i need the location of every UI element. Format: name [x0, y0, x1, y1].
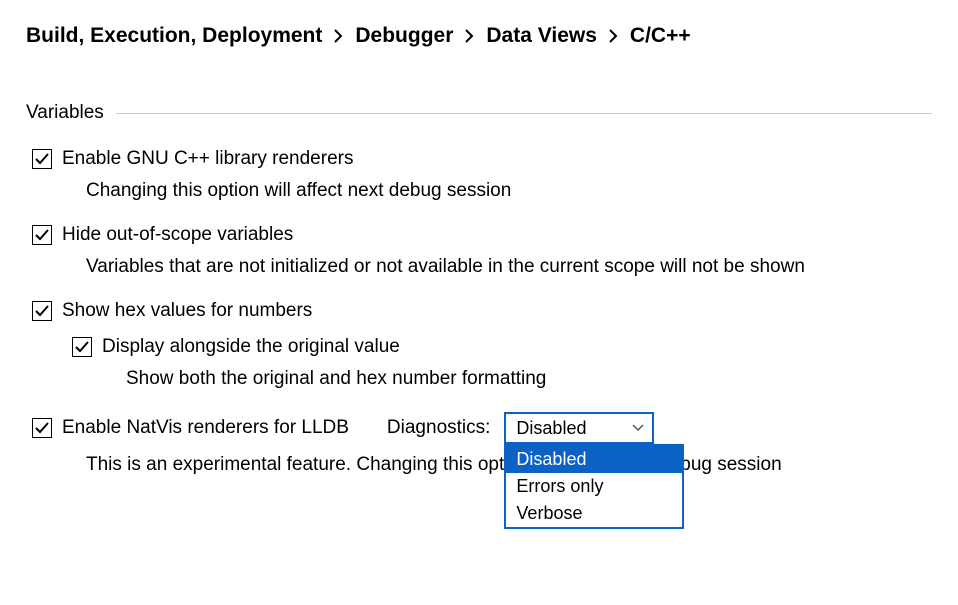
diagnostics-label: Diagnostics:	[387, 417, 491, 439]
variables-options: Enable GNU C++ library renderers Changin…	[26, 148, 932, 476]
checkbox-gnu-renderers[interactable]	[32, 149, 52, 169]
chevron-right-icon	[334, 29, 343, 43]
section-title: Variables	[26, 102, 116, 124]
dropdown-item-errors-only[interactable]: Errors only	[506, 473, 682, 500]
breadcrumb-item-data-views[interactable]: Data Views	[486, 24, 597, 48]
hint-gnu-renderers: Changing this option will affect next de…	[86, 180, 932, 202]
chevron-down-icon	[632, 424, 644, 432]
breadcrumb: Build, Execution, Deployment Debugger Da…	[26, 24, 932, 48]
option-display-alongside[interactable]: Display alongside the original value	[72, 336, 932, 358]
option-label: Hide out-of-scope variables	[62, 224, 293, 246]
section-header-variables: Variables	[26, 102, 932, 124]
option-hide-oos[interactable]: Hide out-of-scope variables	[32, 224, 932, 246]
divider	[116, 113, 932, 114]
chevron-right-icon	[609, 29, 618, 43]
option-gnu-renderers[interactable]: Enable GNU C++ library renderers	[32, 148, 932, 170]
breadcrumb-item-debugger[interactable]: Debugger	[355, 24, 453, 48]
option-label: Display alongside the original value	[102, 336, 400, 358]
breadcrumb-item-bed[interactable]: Build, Execution, Deployment	[26, 24, 322, 48]
option-label: Enable GNU C++ library renderers	[62, 148, 353, 170]
checkbox-hide-oos[interactable]	[32, 225, 52, 245]
hint-display-alongside: Show both the original and hex number fo…	[126, 368, 932, 390]
checkbox-show-hex[interactable]	[32, 301, 52, 321]
option-label: Show hex values for numbers	[62, 300, 312, 322]
dropdown-item-disabled[interactable]: Disabled	[506, 446, 682, 473]
diagnostics-value: Disabled	[516, 418, 586, 439]
diagnostics-dropdown: Disabled Errors only Verbose	[504, 444, 684, 529]
checkbox-natvis[interactable]	[32, 418, 52, 438]
hint-hide-oos: Variables that are not initialized or no…	[86, 256, 932, 278]
breadcrumb-item-cpp: C/C++	[630, 24, 691, 48]
diagnostics-field: Diagnostics: Disabled Disabled Errors on…	[387, 412, 655, 444]
option-natvis: Enable NatVis renderers for LLDB Diagnos…	[32, 412, 932, 444]
checkbox-display-alongside[interactable]	[72, 337, 92, 357]
diagnostics-select[interactable]: Disabled Disabled Errors only Verbose	[504, 412, 654, 444]
option-show-hex[interactable]: Show hex values for numbers	[32, 300, 932, 322]
chevron-right-icon	[465, 29, 474, 43]
dropdown-item-verbose[interactable]: Verbose	[506, 500, 682, 527]
option-label[interactable]: Enable NatVis renderers for LLDB	[62, 417, 349, 439]
